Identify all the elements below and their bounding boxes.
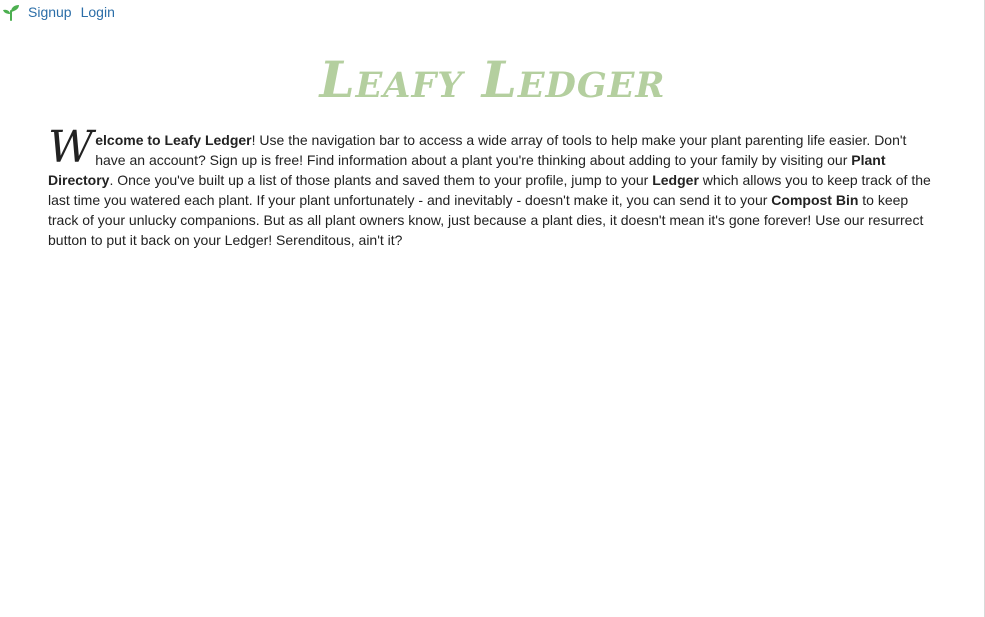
page-title: Leafy Ledger [319,50,666,109]
signup-link[interactable]: Signup [28,3,72,21]
compost-bin-mention: Compost Bin [771,192,859,208]
intro-paragraph: Welcome to Leafy Ledger! Use the navigat… [48,122,938,250]
ledger-mention: Ledger [652,172,699,188]
intro-text-2: . Once you've built up a list of those p… [109,172,653,188]
welcome-heading: elcome to Leafy Ledger [95,132,252,148]
navbar: Signup Login [2,2,124,22]
sprout-icon[interactable] [2,3,20,21]
login-link[interactable]: Login [81,3,115,21]
dropcap-letter: W [48,122,94,173]
